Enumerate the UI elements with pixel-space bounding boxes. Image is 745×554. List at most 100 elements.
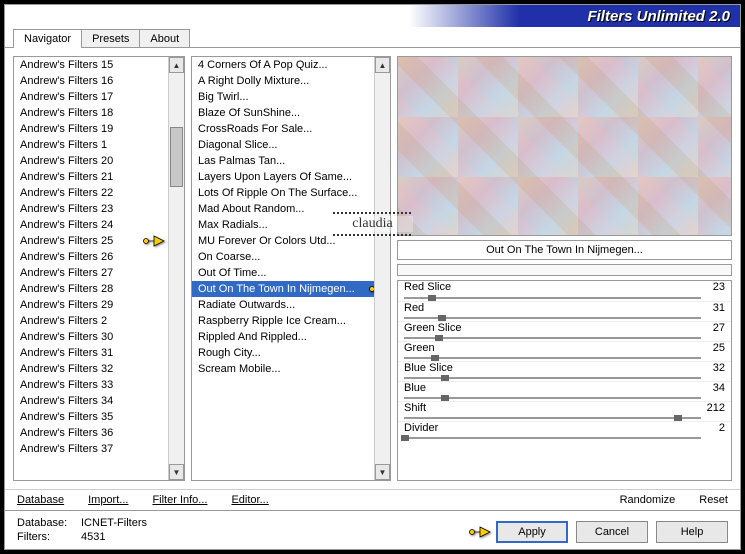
list-item[interactable]: Andrew's Filters 30 (14, 329, 168, 345)
filters-count: 4531 (81, 531, 147, 543)
app-window: Filters Unlimited 2.0 NavigatorPresetsAb… (4, 4, 741, 550)
list-item[interactable]: Rough City... (192, 345, 374, 361)
list-item[interactable]: Andrew's Filters 17 (14, 89, 168, 105)
slider-red-slice[interactable]: Red Slice 23 (398, 281, 731, 301)
list-item[interactable]: On Coarse... (192, 249, 374, 265)
slider-value: 31 (713, 302, 725, 314)
slider-label: Red (404, 302, 424, 314)
list-item[interactable]: Lots Of Ripple On The Surface... (192, 185, 374, 201)
list-item[interactable]: Andrew's Filters 19 (14, 121, 168, 137)
toolbar: Database Import... Filter Info... Editor… (5, 489, 740, 510)
scroll-down-icon[interactable]: ▼ (375, 464, 390, 480)
list-item[interactable]: Andrew's Filters 31 (14, 345, 168, 361)
list-item[interactable]: Las Palmas Tan... (192, 153, 374, 169)
list-item[interactable]: CrossRoads For Sale... (192, 121, 374, 137)
list-item[interactable]: Diagonal Slice... (192, 137, 374, 153)
import-button[interactable]: Import... (88, 494, 128, 506)
slider-label: Divider (404, 422, 438, 434)
filter-list[interactable]: 4 Corners Of A Pop Quiz...A Right Dolly … (191, 56, 391, 481)
list-item[interactable]: Andrew's Filters 34 (14, 393, 168, 409)
list-item[interactable]: MU Forever Or Colors Utd... (192, 233, 374, 249)
slider-value: 27 (713, 322, 725, 334)
list-item[interactable]: Max Radials... (192, 217, 374, 233)
slider-value: 23 (713, 281, 725, 293)
help-button[interactable]: Help (656, 521, 728, 543)
footer: Database: ICNET-Filters Filters: 4531 Ap… (5, 510, 740, 549)
filters-label: Filters: (17, 531, 77, 543)
list-item[interactable]: Out On The Town In Nijmegen... (192, 281, 374, 297)
list-item[interactable]: Andrew's Filters 24 (14, 217, 168, 233)
list-item[interactable]: Andrew's Filters 32 (14, 361, 168, 377)
tab-presets[interactable]: Presets (81, 29, 140, 48)
slider-blue[interactable]: Blue34 (398, 381, 731, 401)
scroll-down-icon[interactable]: ▼ (169, 464, 184, 480)
list-item[interactable]: Andrew's Filters 1 (14, 137, 168, 153)
list-item[interactable]: Mad About Random... (192, 201, 374, 217)
filter-name-label: Out On The Town In Nijmegen... (397, 240, 732, 260)
list-item[interactable]: Scream Mobile... (192, 361, 374, 377)
slider-label: Green (404, 342, 435, 354)
list-item[interactable]: Blaze Of SunShine... (192, 105, 374, 121)
category-list[interactable]: Andrew's Filters 15Andrew's Filters 16An… (13, 56, 185, 481)
list-item[interactable]: Andrew's Filters 18 (14, 105, 168, 121)
pointer-icon (468, 523, 492, 541)
slider-green[interactable]: Green 25 (398, 341, 731, 361)
db-value: ICNET-Filters (81, 517, 147, 529)
scroll-up-icon[interactable]: ▲ (375, 57, 390, 73)
scroll-up-icon[interactable]: ▲ (169, 57, 184, 73)
slider-value: 212 (707, 402, 725, 414)
pointer-icon (142, 232, 166, 250)
list-item[interactable]: Andrew's Filters 29 (14, 297, 168, 313)
list-item[interactable]: Andrew's Filters 33 (14, 377, 168, 393)
list-item[interactable]: 4 Corners Of A Pop Quiz... (192, 57, 374, 73)
list-item[interactable]: Andrew's Filters 23 (14, 201, 168, 217)
scrollbar[interactable]: ▲ ▼ (374, 57, 390, 480)
scroll-thumb[interactable] (170, 127, 183, 187)
list-item[interactable]: Andrew's Filters 22 (14, 185, 168, 201)
slider-shift[interactable]: Shift 212 (398, 401, 731, 421)
list-item[interactable]: Layers Upon Layers Of Same... (192, 169, 374, 185)
tab-about[interactable]: About (139, 29, 190, 48)
list-item[interactable]: Andrew's Filters 28 (14, 281, 168, 297)
preview-image (397, 56, 732, 236)
randomize-button[interactable]: Randomize (620, 494, 676, 506)
slider-blue-slice[interactable]: Blue Slice32 (398, 361, 731, 381)
database-button[interactable]: Database (17, 494, 64, 506)
list-item[interactable]: Andrew's Filters 27 (14, 265, 168, 281)
list-item[interactable]: Andrew's Filters 35 (14, 409, 168, 425)
slider-value: 2 (719, 422, 725, 434)
slider-panel: Red Slice 23 Red 31 Green Slice27Green 25 Blue… (397, 280, 732, 481)
list-item[interactable]: Out Of Time... (192, 265, 374, 281)
list-item[interactable]: Radiate Outwards... (192, 297, 374, 313)
title-bar: Filters Unlimited 2.0 (5, 5, 740, 27)
scrollbar[interactable]: ▲ ▼ (168, 57, 184, 480)
list-item[interactable]: Rippled And Rippled... (192, 329, 374, 345)
list-item[interactable]: Raspberry Ripple Ice Cream... (192, 313, 374, 329)
list-item[interactable]: Andrew's Filters 16 (14, 73, 168, 89)
list-item[interactable]: Andrew's Filters 37 (14, 441, 168, 457)
filter-info-button[interactable]: Filter Info... (152, 494, 207, 506)
preview-panel: Out On The Town In Nijmegen... Red Slice… (397, 56, 732, 481)
list-item[interactable]: Andrew's Filters 21 (14, 169, 168, 185)
slider-value: 32 (713, 362, 725, 374)
list-item[interactable]: Andrew's Filters 15 (14, 57, 168, 73)
list-item[interactable]: Andrew's Filters 36 (14, 425, 168, 441)
slider-label: Shift (404, 402, 426, 414)
list-item[interactable]: Big Twirl... (192, 89, 374, 105)
editor-button[interactable]: Editor... (231, 494, 268, 506)
slider-divider[interactable]: Divider 2 (398, 421, 731, 441)
slider-label: Red Slice (404, 281, 451, 293)
slider-red[interactable]: Red 31 (398, 301, 731, 321)
list-item[interactable]: A Right Dolly Mixture... (192, 73, 374, 89)
slider-green-slice[interactable]: Green Slice27 (398, 321, 731, 341)
apply-button[interactable]: Apply (496, 521, 568, 543)
list-item[interactable]: Andrew's Filters 26 (14, 249, 168, 265)
list-item[interactable]: Andrew's Filters 20 (14, 153, 168, 169)
reset-button[interactable]: Reset (699, 494, 728, 506)
slider-value: 25 (713, 342, 725, 354)
tab-navigator[interactable]: Navigator (13, 29, 82, 48)
slider-thumb[interactable] (401, 435, 409, 441)
list-item[interactable]: Andrew's Filters 2 (14, 313, 168, 329)
cancel-button[interactable]: Cancel (576, 521, 648, 543)
list-item[interactable]: Andrew's Filters 25 (14, 233, 168, 249)
